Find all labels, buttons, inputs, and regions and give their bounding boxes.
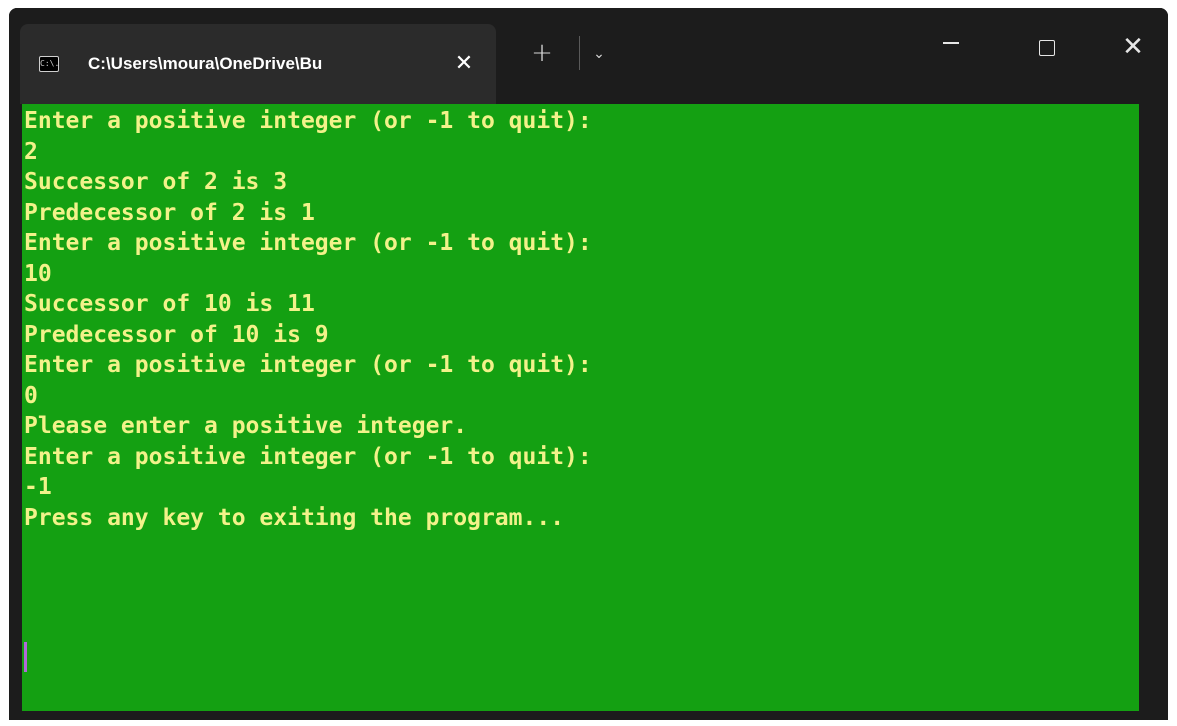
terminal-line: 0 bbox=[24, 382, 38, 409]
text-cursor bbox=[24, 642, 27, 672]
terminal-line: Enter a positive integer (or -1 to quit)… bbox=[24, 352, 592, 378]
close-window-button[interactable]: ✕ bbox=[1103, 24, 1163, 74]
terminal-lines: Enter a positive integer (or -1 to quit)… bbox=[24, 106, 592, 533]
close-icon[interactable]: ✕ bbox=[450, 50, 478, 78]
terminal-line: Predecessor of 10 is 9 bbox=[24, 321, 329, 348]
minimize-icon bbox=[943, 42, 959, 44]
plus-icon[interactable]: + bbox=[527, 38, 557, 68]
minimize-button[interactable] bbox=[921, 24, 981, 74]
terminal-line: Press any key to exiting the program... bbox=[24, 504, 565, 531]
terminal-icon: C:\. bbox=[39, 56, 59, 72]
terminal-line: 2 bbox=[24, 138, 38, 165]
title-bar: C:\. C:\Users\moura\OneDrive\Bu ✕ + ⌄ ✕ bbox=[9, 8, 1168, 104]
terminal-line: Successor of 10 is 11 bbox=[24, 291, 315, 317]
terminal-line: Please enter a positive integer. bbox=[24, 413, 468, 439]
maximize-button[interactable] bbox=[1015, 24, 1075, 74]
tab-terminal[interactable]: C:\. C:\Users\moura\OneDrive\Bu ✕ bbox=[20, 24, 496, 104]
terminal-line: Enter a positive integer (or -1 to quit)… bbox=[24, 230, 592, 256]
terminal-line: -1 bbox=[24, 474, 52, 500]
scrollbar-gutter[interactable] bbox=[1139, 104, 1168, 720]
terminal-output[interactable]: Enter a positive integer (or -1 to quit)… bbox=[22, 104, 1139, 711]
close-icon: ✕ bbox=[1122, 32, 1144, 62]
tab-title: C:\Users\moura\OneDrive\Bu bbox=[88, 54, 323, 73]
terminal-line: Successor of 2 is 3 bbox=[24, 169, 288, 195]
terminal-line: Enter a positive integer (or -1 to quit)… bbox=[24, 108, 592, 134]
chevron-down-icon[interactable]: ⌄ bbox=[585, 40, 613, 68]
terminal-line: 10 bbox=[24, 260, 52, 287]
tab-separator bbox=[579, 36, 580, 70]
maximize-icon bbox=[1039, 40, 1055, 56]
terminal-line: Predecessor of 2 is 1 bbox=[24, 199, 315, 226]
terminal-line: Enter a positive integer (or -1 to quit)… bbox=[24, 443, 592, 470]
terminal-window: C:\. C:\Users\moura\OneDrive\Bu ✕ + ⌄ ✕ … bbox=[9, 8, 1168, 720]
